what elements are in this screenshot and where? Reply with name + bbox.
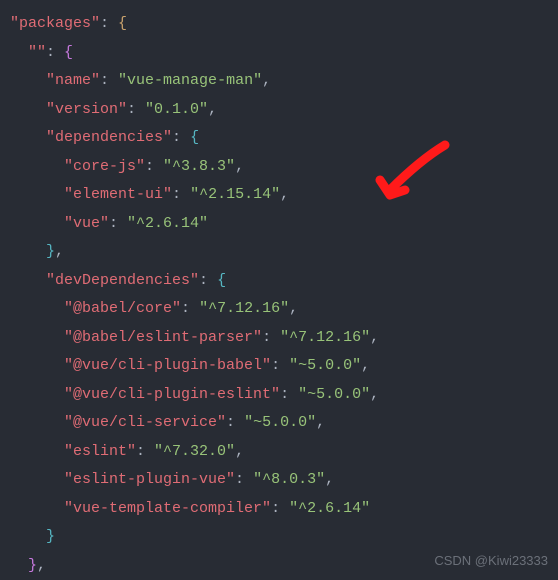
brace-open: { bbox=[118, 15, 127, 32]
json-value: "^7.32.0" bbox=[154, 443, 235, 460]
brace-open: { bbox=[217, 272, 226, 289]
json-key: "@babel/eslint-parser" bbox=[64, 329, 262, 346]
code-line: "@vue/cli-plugin-babel": "~5.0.0", bbox=[10, 352, 558, 381]
json-key: "@vue/cli-plugin-eslint" bbox=[64, 386, 280, 403]
code-line: "core-js": "^3.8.3", bbox=[10, 153, 558, 182]
brace-close: } bbox=[46, 243, 55, 260]
code-line: "@vue/cli-plugin-eslint": "~5.0.0", bbox=[10, 381, 558, 410]
brace-open: { bbox=[64, 44, 73, 61]
code-line: "@babel/core": "^7.12.16", bbox=[10, 295, 558, 324]
code-line: "packages": { bbox=[10, 10, 558, 39]
json-value: "^2.6.14" bbox=[127, 215, 208, 232]
code-line: "dependencies": { bbox=[10, 124, 558, 153]
code-line: "": { bbox=[10, 39, 558, 68]
json-value: "^8.0.3" bbox=[253, 471, 325, 488]
watermark-text: CSDN @Kiwi23333 bbox=[434, 549, 548, 574]
code-line: "name": "vue-manage-man", bbox=[10, 67, 558, 96]
code-line: "devDependencies": { bbox=[10, 267, 558, 296]
code-line: "version": "0.1.0", bbox=[10, 96, 558, 125]
code-line: "eslint": "^7.32.0", bbox=[10, 438, 558, 467]
json-key: "element-ui" bbox=[64, 186, 172, 203]
json-key: "vue-template-compiler" bbox=[64, 500, 271, 517]
json-value: "^7.12.16" bbox=[199, 300, 289, 317]
json-key: "packages" bbox=[10, 15, 100, 32]
brace-close: } bbox=[46, 528, 55, 545]
json-key: "eslint-plugin-vue" bbox=[64, 471, 235, 488]
json-key: "eslint" bbox=[64, 443, 136, 460]
json-key: "dependencies" bbox=[46, 129, 172, 146]
json-value: "^2.6.14" bbox=[289, 500, 370, 517]
brace-close: } bbox=[28, 557, 37, 574]
json-value: "^2.15.14" bbox=[190, 186, 280, 203]
json-value: "~5.0.0" bbox=[244, 414, 316, 431]
code-line: "element-ui": "^2.15.14", bbox=[10, 181, 558, 210]
json-value: "~5.0.0" bbox=[298, 386, 370, 403]
code-line: "@vue/cli-service": "~5.0.0", bbox=[10, 409, 558, 438]
code-line: }, bbox=[10, 238, 558, 267]
json-key: "devDependencies" bbox=[46, 272, 199, 289]
code-line: "vue-template-compiler": "^2.6.14" bbox=[10, 495, 558, 524]
json-value: "~5.0.0" bbox=[289, 357, 361, 374]
json-key: "version" bbox=[46, 101, 127, 118]
json-value: "0.1.0" bbox=[145, 101, 208, 118]
code-line: "eslint-plugin-vue": "^8.0.3", bbox=[10, 466, 558, 495]
code-line: } bbox=[10, 523, 558, 552]
json-key: "" bbox=[28, 44, 46, 61]
code-line: "@babel/eslint-parser": "^7.12.16", bbox=[10, 324, 558, 353]
json-code-block: "packages": { "": { "name": "vue-manage-… bbox=[10, 10, 558, 580]
json-key: "@babel/core" bbox=[64, 300, 181, 317]
code-line: "vue": "^2.6.14" bbox=[10, 210, 558, 239]
json-value: "^7.12.16" bbox=[280, 329, 370, 346]
json-key: "name" bbox=[46, 72, 100, 89]
json-key: "@vue/cli-service" bbox=[64, 414, 226, 431]
json-key: "vue" bbox=[64, 215, 109, 232]
json-key: "core-js" bbox=[64, 158, 145, 175]
json-value: "vue-manage-man" bbox=[118, 72, 262, 89]
json-key: "@vue/cli-plugin-babel" bbox=[64, 357, 271, 374]
brace-open: { bbox=[190, 129, 199, 146]
json-value: "^3.8.3" bbox=[163, 158, 235, 175]
